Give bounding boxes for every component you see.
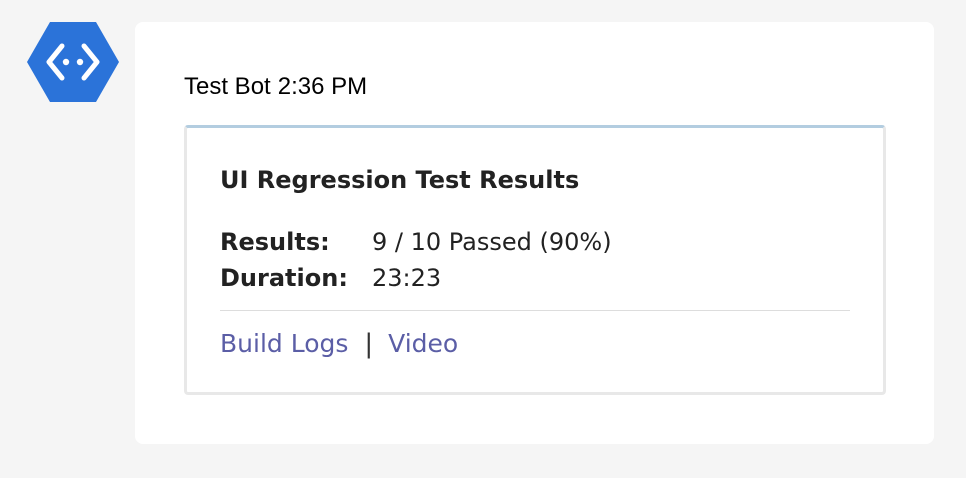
- message-bubble: Test Bot 2:36 PM UI Regression Test Resul…: [135, 22, 934, 444]
- fact-key: Results:: [220, 228, 330, 256]
- message-header: Test Bot 2:36 PM: [184, 73, 367, 101]
- fact-value: 9 / 10 Passed (90%): [372, 228, 612, 256]
- fact-set: Results: 9 / 10 Passed (90%) Duration: 2…: [220, 224, 612, 296]
- bot-avatar[interactable]: [26, 20, 120, 104]
- sender-name: Test Bot: [184, 73, 271, 100]
- build-logs-link[interactable]: Build Logs: [220, 324, 348, 364]
- card-title: UI Regression Test Results: [220, 166, 580, 194]
- action-separator: |: [364, 329, 374, 359]
- test-results-card: UI Regression Test Results Results: 9 / …: [184, 125, 886, 395]
- fact-row-results: Results: 9 / 10 Passed (90%): [220, 224, 612, 260]
- card-divider: [220, 310, 850, 311]
- fact-row-duration: Duration: 23:23: [220, 260, 612, 296]
- fact-key: Duration:: [220, 264, 348, 292]
- fact-value: 23:23: [372, 264, 442, 292]
- video-link[interactable]: Video: [388, 324, 458, 364]
- card-actions: Build Logs | Video: [220, 324, 458, 364]
- bot-avatar-icon: [27, 22, 119, 102]
- message-timestamp: 2:36 PM: [277, 73, 368, 100]
